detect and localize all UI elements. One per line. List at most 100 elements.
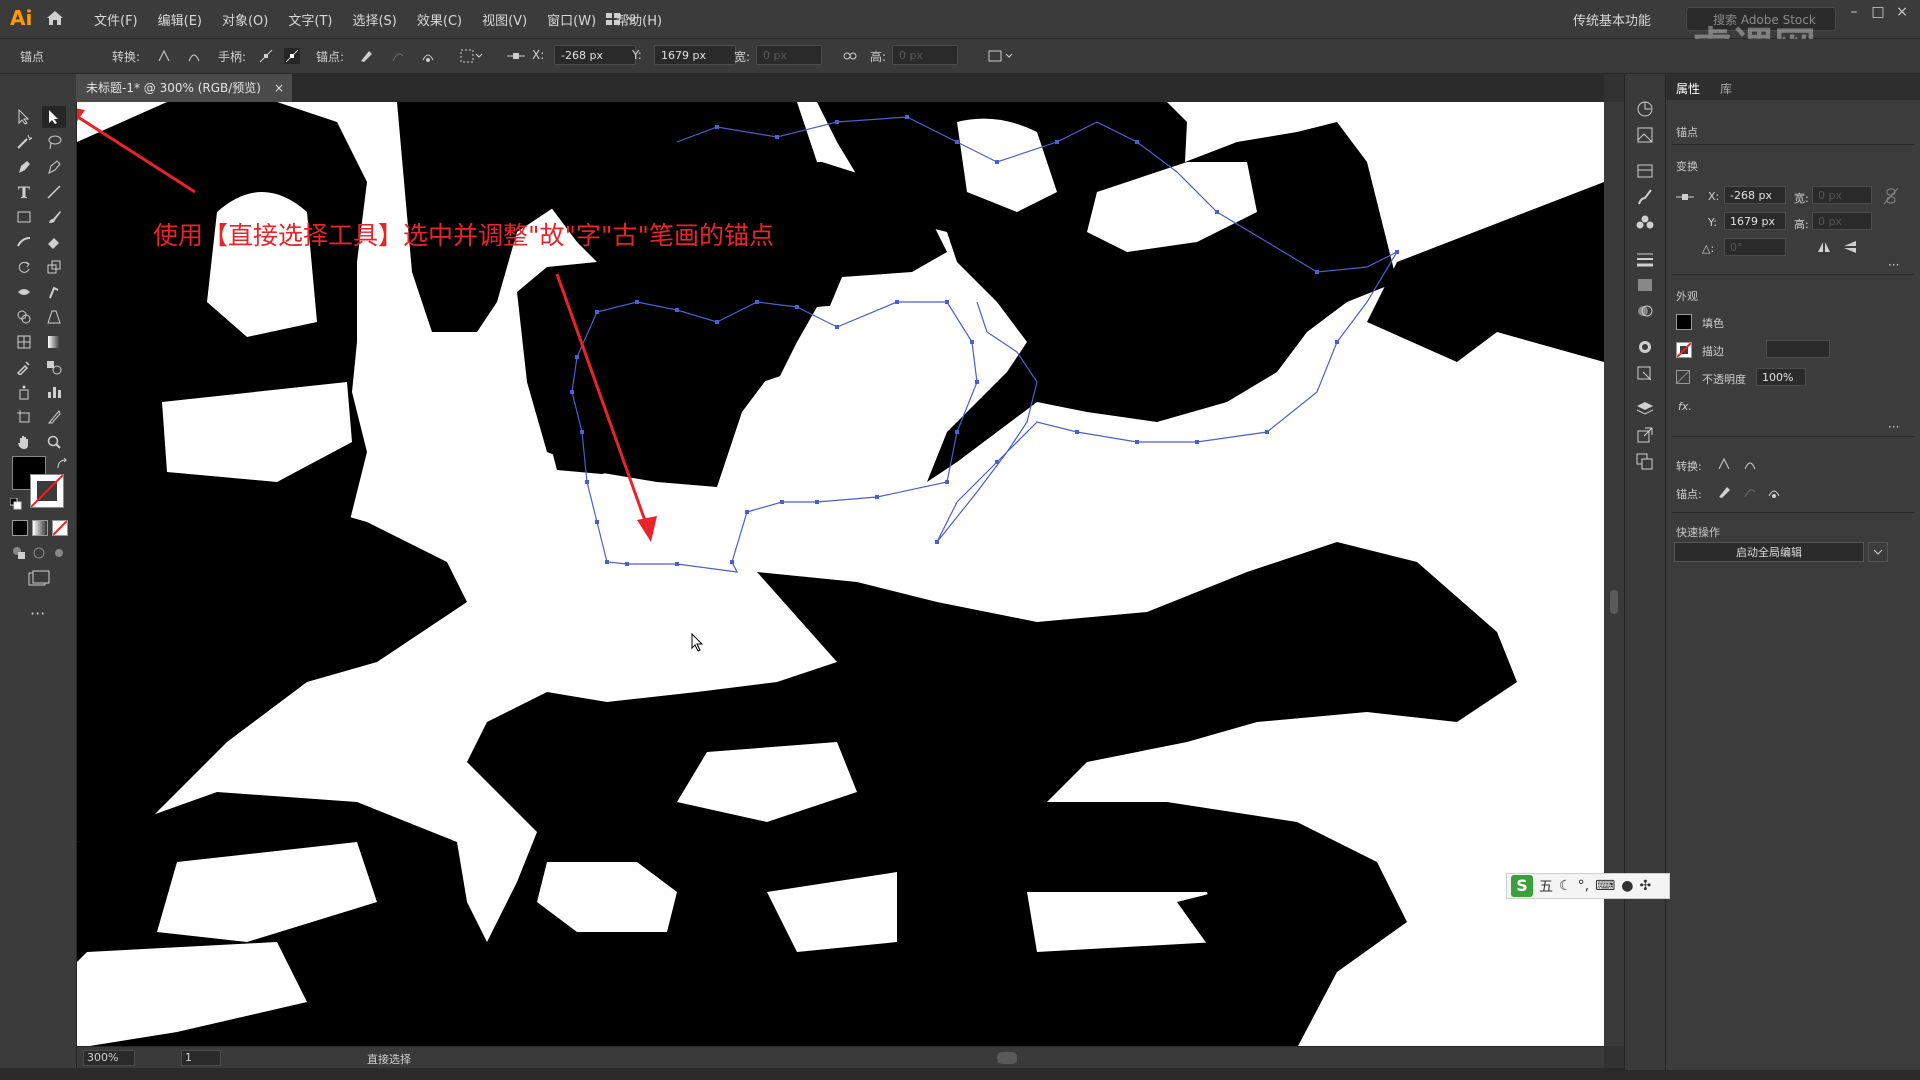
user-icon[interactable]: ●: [1621, 878, 1633, 894]
column-graph-tool-icon[interactable]: [42, 381, 66, 403]
draw-inside-icon[interactable]: [52, 546, 66, 560]
show-handles-icon[interactable]: [258, 48, 274, 64]
none-mode-icon[interactable]: [52, 520, 68, 536]
width-tool-icon[interactable]: [12, 281, 36, 303]
fx-button[interactable]: fx.: [1678, 400, 1692, 413]
more-appearance-options-icon[interactable]: ···: [1888, 420, 1899, 434]
shape-builder-tool-icon[interactable]: [12, 306, 36, 328]
shaper-tool-icon[interactable]: [12, 231, 36, 253]
x-field[interactable]: -268 px: [554, 45, 636, 65]
menu-select[interactable]: 选择(S): [350, 10, 398, 29]
menu-edit[interactable]: 编辑(E): [156, 10, 204, 29]
screen-mode-icon[interactable]: [28, 570, 50, 588]
maximize-icon[interactable]: □: [1867, 4, 1889, 20]
transparency-icon[interactable]: [1635, 302, 1655, 320]
remove-anchor-icon[interactable]: [1716, 484, 1732, 500]
angle-field[interactable]: 0°: [1724, 238, 1786, 256]
menu-file[interactable]: 文件(F): [92, 10, 140, 29]
mesh-tool-icon[interactable]: [12, 331, 36, 353]
cut-path-icon[interactable]: [420, 48, 436, 64]
color-guide-icon[interactable]: [1635, 100, 1655, 118]
align-grid-icon[interactable]: [460, 48, 483, 64]
half-width-icon[interactable]: ☾: [1559, 878, 1572, 894]
width-field[interactable]: 0 px: [1812, 186, 1872, 204]
width-field[interactable]: 0 px: [756, 45, 822, 65]
convert-smooth-icon[interactable]: [1742, 456, 1758, 472]
gradient-panel-icon[interactable]: [1635, 276, 1655, 294]
cut-path-icon[interactable]: [1766, 484, 1782, 500]
menu-window[interactable]: 窗口(W): [545, 10, 598, 29]
link-icon[interactable]: [842, 48, 858, 64]
reference-point-icon[interactable]: [1676, 190, 1694, 204]
menu-view[interactable]: 视图(V): [480, 10, 529, 29]
punctuation-icon[interactable]: °,: [1578, 878, 1589, 894]
zoom-field[interactable]: 300%: [83, 1050, 135, 1066]
convert-corner-icon[interactable]: [1716, 456, 1732, 472]
eyedropper-tool-icon[interactable]: [12, 356, 36, 378]
convert-smooth-icon[interactable]: [186, 48, 202, 64]
vertical-scroll-thumb[interactable]: [1610, 590, 1618, 614]
rectangle-tool-icon[interactable]: [12, 206, 36, 228]
vertical-scrollbar[interactable]: [1604, 102, 1624, 1046]
stroke-panel-icon[interactable]: [1635, 250, 1655, 268]
arrange-documents-icon[interactable]: [604, 10, 644, 28]
draw-behind-icon[interactable]: [32, 546, 46, 560]
artboard-number-field[interactable]: 1: [181, 1050, 221, 1066]
gradient-tool-icon[interactable]: [42, 331, 66, 353]
libraries-icon[interactable]: [1635, 162, 1655, 180]
symbol-sprayer-tool-icon[interactable]: [12, 381, 36, 403]
menu-effect[interactable]: 效果(C): [415, 10, 464, 29]
hide-handles-icon[interactable]: [284, 48, 300, 64]
pen-tool-icon[interactable]: [12, 156, 36, 178]
menu-object[interactable]: 对象(O): [220, 10, 270, 29]
hand-tool-icon[interactable]: [12, 431, 36, 453]
ime-mode[interactable]: 五: [1539, 876, 1553, 896]
perspective-grid-tool-icon[interactable]: [42, 306, 66, 328]
color-mode-icon[interactable]: [12, 520, 28, 536]
reference-point-icon[interactable]: [506, 48, 525, 64]
brushes-icon[interactable]: [1635, 188, 1655, 206]
height-field[interactable]: 0 px: [1812, 212, 1872, 230]
toolbox-icon[interactable]: ✣: [1639, 878, 1651, 894]
remove-anchor-icon[interactable]: [358, 48, 374, 64]
y-field[interactable]: 1679 px: [654, 45, 736, 65]
close-icon[interactable]: ×: [1891, 4, 1913, 20]
appearance-icon[interactable]: [1635, 338, 1655, 356]
keyboard-icon[interactable]: ⌨: [1595, 878, 1615, 894]
tab-libraries[interactable]: 库: [1720, 80, 1732, 97]
magic-wand-tool-icon[interactable]: [12, 131, 36, 153]
export-asset-icon[interactable]: [1635, 426, 1655, 444]
height-field[interactable]: 0 px: [892, 45, 958, 65]
tab-close-icon[interactable]: ×: [274, 74, 284, 102]
connect-anchors-icon[interactable]: [1742, 484, 1758, 500]
horizontal-scroll-thumb[interactable]: [997, 1052, 1017, 1064]
tab-properties[interactable]: 属性: [1676, 80, 1700, 97]
canvas[interactable]: 使用【直接选择工具】选中并调整"故"字"古"笔画的锚点: [77, 102, 1604, 1048]
more-transform-options-icon[interactable]: ···: [1888, 258, 1899, 272]
menu-type[interactable]: 文字(T): [286, 10, 334, 29]
stroke-color-swatch[interactable]: [1676, 342, 1692, 358]
stroke-swatch[interactable]: [30, 474, 64, 508]
x-field[interactable]: -268 px: [1724, 186, 1786, 204]
graphic-styles-icon[interactable]: [1635, 364, 1655, 382]
slice-tool-icon[interactable]: [42, 406, 66, 428]
lasso-tool-icon[interactable]: [42, 131, 66, 153]
scale-tool-icon[interactable]: [42, 256, 66, 278]
flip-horizontal-icon[interactable]: [1816, 240, 1832, 254]
artboards-icon[interactable]: [1635, 452, 1655, 470]
document-tab[interactable]: 未标题-1* @ 300% (RGB/预览) ×: [76, 74, 292, 102]
line-tool-icon[interactable]: [42, 181, 66, 203]
home-icon[interactable]: [44, 8, 68, 30]
eraser-tool-icon[interactable]: [42, 231, 66, 253]
image-trace-icon[interactable]: [1635, 126, 1655, 144]
constrain-proportions-icon[interactable]: [1883, 187, 1899, 205]
y-field[interactable]: 1679 px: [1724, 212, 1786, 230]
connect-anchors-icon[interactable]: [390, 48, 406, 64]
direct-selection-tool-icon[interactable]: [42, 106, 66, 128]
flip-vertical-icon[interactable]: [1842, 240, 1858, 254]
blend-tool-icon[interactable]: [42, 356, 66, 378]
symbols-icon[interactable]: [1635, 214, 1655, 232]
more-tools-icon[interactable]: ···: [30, 604, 45, 623]
global-edit-options-icon[interactable]: [1868, 542, 1888, 562]
isolate-icon[interactable]: [988, 48, 1013, 64]
